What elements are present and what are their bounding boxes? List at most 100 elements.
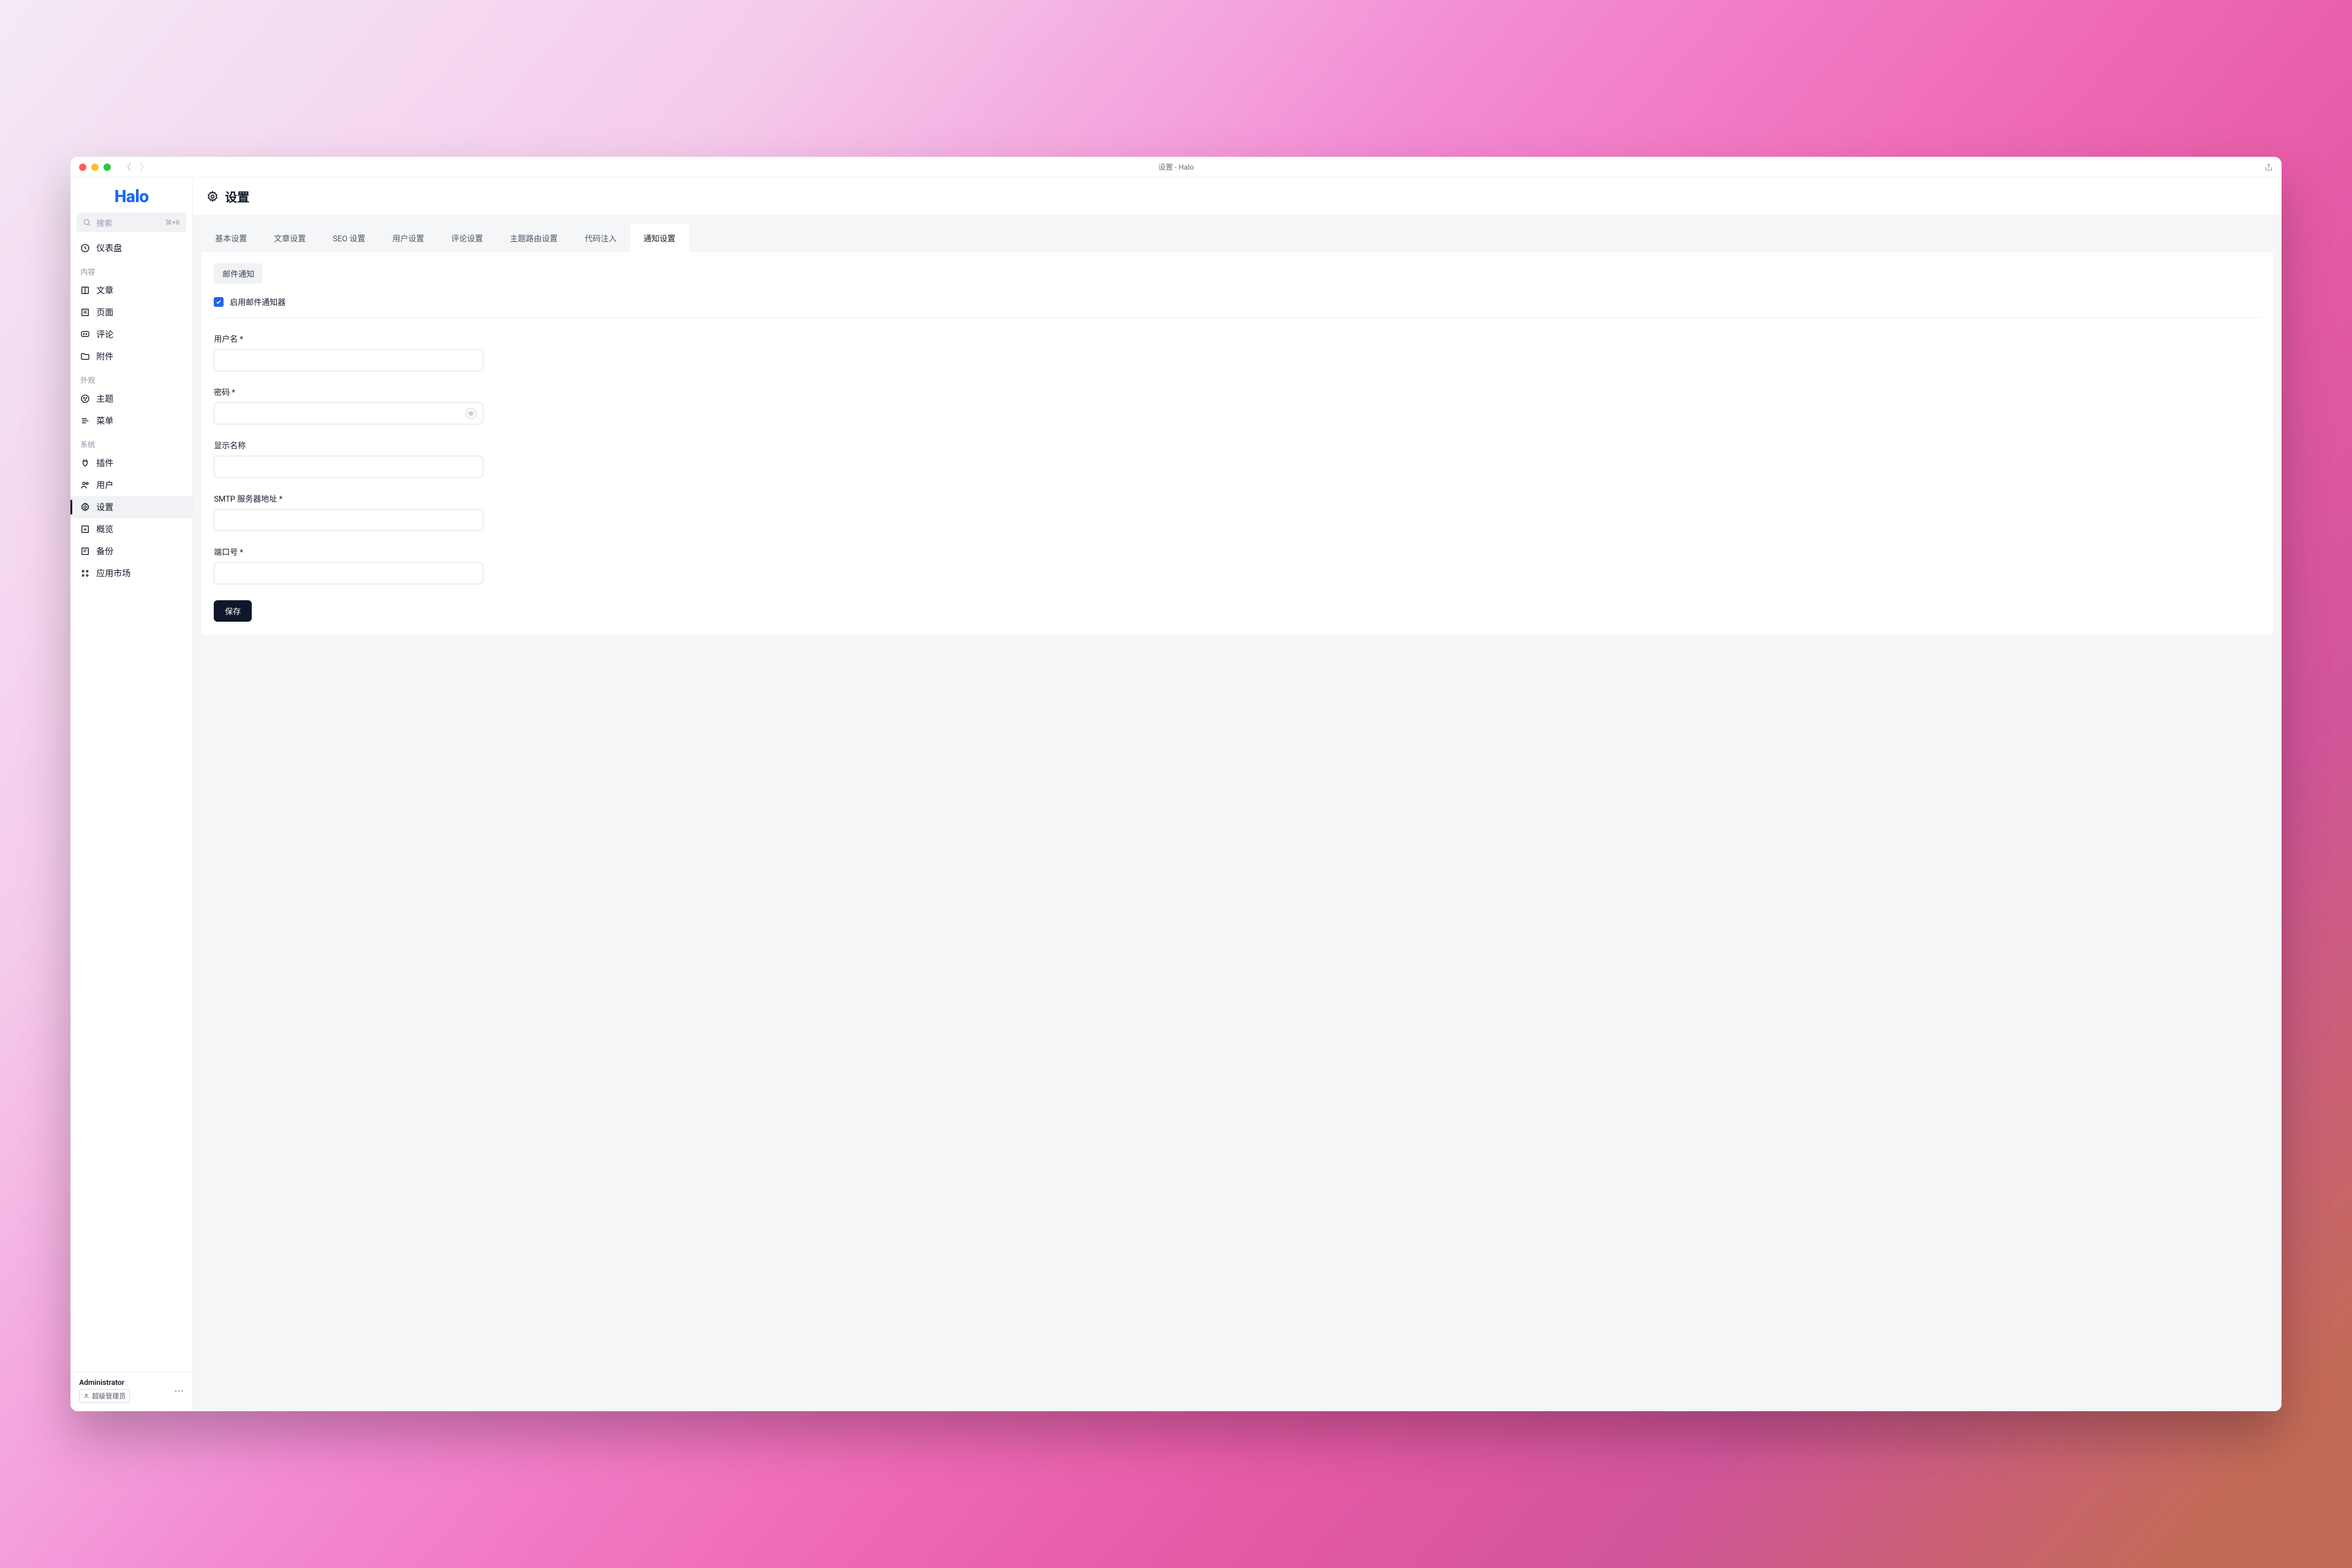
sidebar-item-label: 页面 [96, 306, 113, 318]
tab-comment[interactable]: 评论设置 [438, 224, 497, 252]
forward-nav-icon[interactable]: 〉 [140, 160, 149, 173]
port-input[interactable] [221, 563, 477, 584]
sidebar-item-label: 应用市场 [96, 567, 130, 579]
window-title: 设置 - Halo [70, 162, 2282, 172]
traffic-lights [79, 164, 111, 171]
sidebar-item-label: 文章 [96, 284, 113, 296]
username-label: 用户名 * [214, 333, 483, 344]
browser-window: 〈 〉 设置 - Halo Halo 搜索 ⌘+K 仪表盘 内容 文 [70, 157, 2282, 1411]
comments-icon [80, 330, 90, 339]
display-name-label: 显示名称 [214, 439, 483, 451]
share-icon[interactable] [2264, 163, 2273, 172]
user-icon [83, 1393, 89, 1399]
sidebar-item-label: 插件 [96, 457, 113, 469]
port-label: 端口号 * [214, 546, 483, 557]
theme-icon [80, 394, 90, 404]
sidebar-item-attachments[interactable]: 附件 [70, 345, 192, 368]
field-display-name: 显示名称 [214, 439, 483, 478]
reveal-password-icon[interactable] [466, 408, 477, 419]
sidebar-item-themes[interactable]: 主题 [70, 388, 192, 410]
nav-arrows: 〈 〉 [122, 160, 149, 173]
role-label: 超级管理员 [92, 1391, 126, 1401]
main-content: 设置 基本设置 文章设置 SEO 设置 用户设置 评论设置 主题路由设置 代码注… [193, 178, 2282, 1411]
sidebar-item-posts[interactable]: 文章 [70, 279, 192, 301]
page-title: 设置 [225, 187, 249, 205]
sidebar-item-plugins[interactable]: 插件 [70, 452, 192, 474]
sidebar-group-content: 内容 [70, 259, 192, 279]
plugin-icon [80, 458, 90, 468]
users-icon [80, 480, 90, 490]
dashboard-icon [80, 243, 90, 253]
search-shortcut: ⌘+K [165, 219, 180, 227]
tab-post[interactable]: 文章设置 [260, 224, 319, 252]
search-icon [83, 218, 91, 227]
search-placeholder: 搜索 [96, 217, 160, 228]
current-user-role-badge: 超级管理员 [79, 1389, 130, 1403]
display-name-input[interactable] [221, 456, 477, 477]
sidebar-item-comments[interactable]: 评论 [70, 323, 192, 345]
sidebar-item-menus[interactable]: 菜单 [70, 410, 192, 432]
sidebar-item-settings[interactable]: 设置 [70, 496, 192, 518]
field-password: 密码 * [214, 386, 483, 424]
backup-icon [80, 546, 90, 556]
sidebar-item-dashboard[interactable]: 仪表盘 [70, 237, 192, 259]
enable-email-checkbox-row: 启用邮件通知器 [214, 296, 2261, 307]
back-nav-icon[interactable]: 〈 [122, 160, 131, 173]
field-username: 用户名 * [214, 333, 483, 371]
search-input[interactable]: 搜索 ⌘+K [77, 213, 186, 232]
tab-seo[interactable]: SEO 设置 [319, 224, 379, 252]
sidebar-item-backup[interactable]: 备份 [70, 540, 192, 562]
overview-icon [80, 524, 90, 534]
close-traffic-light[interactable] [79, 164, 86, 171]
smtp-input[interactable] [221, 510, 477, 530]
sidebar-item-label: 仪表盘 [96, 242, 122, 254]
tab-theme-route[interactable]: 主题路由设置 [497, 224, 571, 252]
settings-card: 基本设置 文章设置 SEO 设置 用户设置 评论设置 主题路由设置 代码注入 通… [202, 224, 2273, 635]
sidebar: Halo 搜索 ⌘+K 仪表盘 内容 文章 页面 评论 [70, 178, 193, 1411]
settings-tabs: 基本设置 文章设置 SEO 设置 用户设置 评论设置 主题路由设置 代码注入 通… [202, 224, 2273, 252]
sidebar-item-label: 评论 [96, 328, 113, 341]
maximize-traffic-light[interactable] [104, 164, 111, 171]
pages-icon [80, 307, 90, 317]
posts-icon [80, 285, 90, 295]
password-label: 密码 * [214, 386, 483, 398]
sidebar-item-users[interactable]: 用户 [70, 474, 192, 496]
gear-icon [206, 190, 219, 203]
sidebar-item-overview[interactable]: 概览 [70, 518, 192, 540]
enable-email-checkbox[interactable] [214, 297, 224, 307]
sidebar-item-label: 附件 [96, 350, 113, 363]
store-icon [80, 568, 90, 578]
tab-basic[interactable]: 基本设置 [202, 224, 260, 252]
page-header: 设置 [193, 178, 2282, 215]
titlebar: 〈 〉 设置 - Halo [70, 157, 2282, 178]
save-button[interactable]: 保存 [214, 600, 252, 622]
divider [214, 317, 2261, 318]
enable-email-label: 启用邮件通知器 [230, 296, 285, 307]
brand-logo: Halo [70, 178, 192, 213]
folder-icon [80, 352, 90, 361]
sidebar-footer: Administrator 超级管理员 ⋯ [70, 1371, 192, 1411]
subtab-email[interactable]: 邮件通知 [214, 263, 263, 284]
sidebar-item-label: 概览 [96, 523, 113, 535]
sidebar-item-label: 菜单 [96, 415, 113, 427]
app-shell: Halo 搜索 ⌘+K 仪表盘 内容 文章 页面 评论 [70, 178, 2282, 1411]
sidebar-item-label: 设置 [96, 501, 113, 513]
tab-notification[interactable]: 通知设置 [630, 224, 689, 252]
sidebar-group-system: 系统 [70, 432, 192, 452]
username-input[interactable] [221, 350, 477, 371]
sidebar-item-label: 主题 [96, 393, 113, 405]
minimize-traffic-light[interactable] [91, 164, 99, 171]
field-port: 端口号 * [214, 546, 483, 584]
checkmark-icon [216, 299, 222, 305]
tab-user[interactable]: 用户设置 [379, 224, 438, 252]
menu-icon [80, 416, 90, 426]
sidebar-item-label: 备份 [96, 545, 113, 557]
password-input[interactable] [221, 403, 466, 424]
sidebar-group-appearance: 外观 [70, 368, 192, 388]
tab-code-inject[interactable]: 代码注入 [571, 224, 630, 252]
sidebar-item-label: 用户 [96, 479, 113, 491]
sidebar-item-store[interactable]: 应用市场 [70, 562, 192, 584]
more-menu-icon[interactable]: ⋯ [174, 1385, 184, 1396]
sidebar-item-pages[interactable]: 页面 [70, 301, 192, 323]
smtp-label: SMTP 服务器地址 * [214, 492, 483, 504]
